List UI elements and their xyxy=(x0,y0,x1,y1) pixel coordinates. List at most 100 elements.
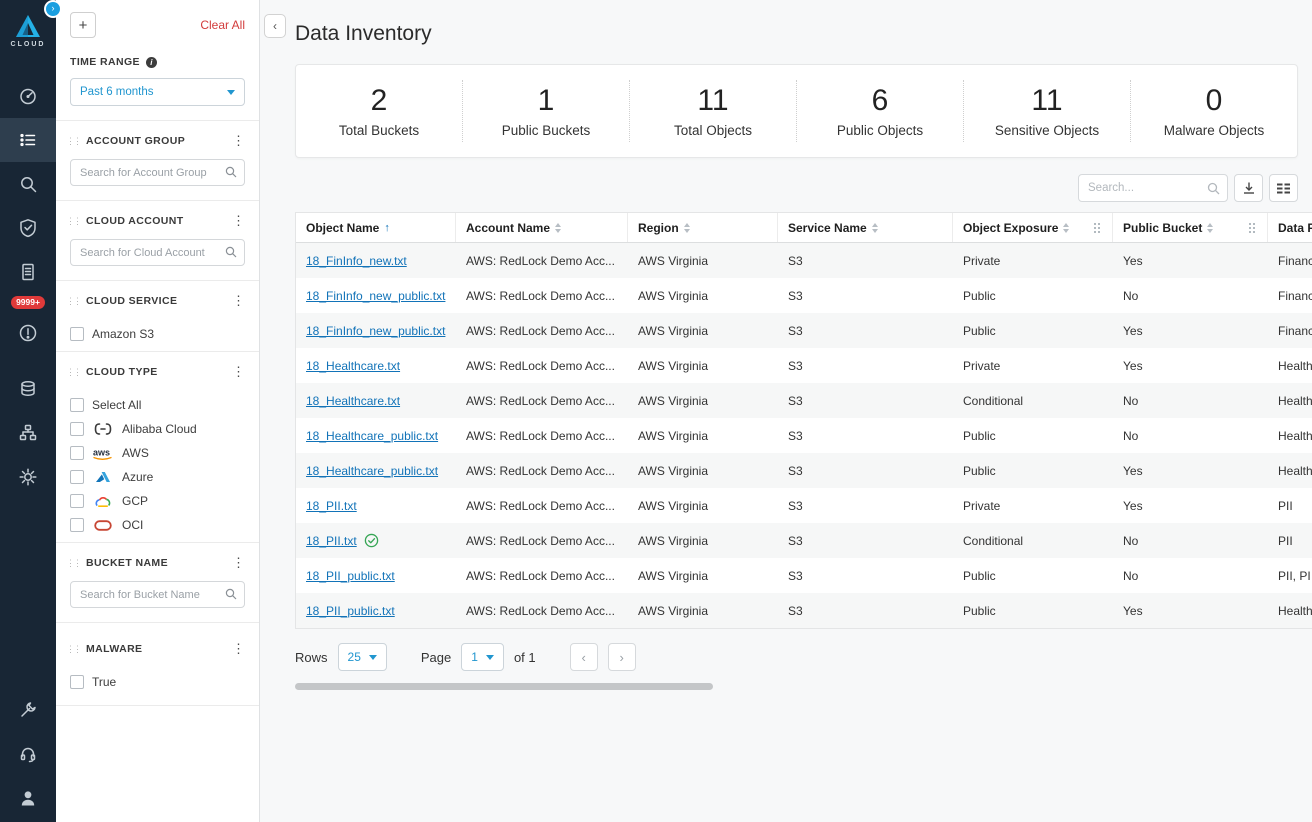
col-region[interactable]: Region xyxy=(628,213,778,242)
service-name-cell: S3 xyxy=(778,313,953,348)
nav-alerts[interactable] xyxy=(0,311,56,355)
data-profile-cell: PII xyxy=(1268,523,1312,558)
object-name-link[interactable]: 18_Healthcare.txt xyxy=(306,359,400,373)
table-row: 18_Healthcare.txtAWS: RedLock Demo Acc..… xyxy=(296,383,1312,418)
drag-handle-icon[interactable]: ⋮⋮ xyxy=(66,559,80,568)
nav-expand-pin[interactable]: › xyxy=(46,2,60,16)
object-exposure-cell: Conditional xyxy=(953,523,1113,558)
column-drag-icon[interactable] xyxy=(1094,223,1096,225)
public-bucket-cell: Yes xyxy=(1113,243,1268,278)
nav-compliance[interactable] xyxy=(0,206,56,250)
drag-handle-icon[interactable]: ⋮⋮ xyxy=(66,297,80,306)
nav-tools[interactable] xyxy=(0,688,56,732)
service-name-cell: S3 xyxy=(778,593,953,628)
col-object-exposure[interactable]: Object Exposure xyxy=(953,213,1113,242)
section-menu-icon[interactable]: ⋮ xyxy=(228,641,249,657)
stat-total-buckets: 2 Total Buckets xyxy=(296,80,463,142)
object-name-link[interactable]: 18_Healthcare_public.txt xyxy=(306,429,438,443)
object-name-link[interactable]: 18_PII_public.txt xyxy=(306,569,395,583)
column-settings-button[interactable] xyxy=(1269,174,1298,202)
option-malware-true[interactable]: True xyxy=(70,675,245,689)
section-menu-icon[interactable]: ⋮ xyxy=(228,555,249,571)
oci-checkbox[interactable] xyxy=(70,518,84,532)
clear-all-filters[interactable]: Clear All xyxy=(200,18,245,32)
drag-handle-icon[interactable]: ⋮⋮ xyxy=(66,137,80,146)
object-name-link[interactable]: 18_FinInfo_new_public.txt xyxy=(306,289,445,303)
time-range-dropdown[interactable]: Past 6 months xyxy=(70,78,245,106)
rows-per-page-select[interactable]: 25 xyxy=(338,643,387,671)
object-name-link[interactable]: 18_PII_public.txt xyxy=(306,604,395,618)
nav-support[interactable] xyxy=(0,732,56,776)
amazon-s3-checkbox[interactable] xyxy=(70,327,84,341)
col-service-name[interactable]: Service Name xyxy=(778,213,953,242)
next-page-button[interactable]: › xyxy=(608,643,636,671)
nav-search[interactable] xyxy=(0,162,56,206)
export-button[interactable] xyxy=(1234,174,1263,202)
col-object-name[interactable]: Object Name ↑ xyxy=(296,213,456,242)
object-name-link[interactable]: 18_Healthcare_public.txt xyxy=(306,464,438,478)
select-all-checkbox[interactable] xyxy=(70,398,84,412)
headset-icon xyxy=(18,744,38,764)
time-range-value: Past 6 months xyxy=(80,86,154,98)
col-account-name[interactable]: Account Name xyxy=(456,213,628,242)
bucket-name-search-input[interactable] xyxy=(70,581,245,608)
option-aws[interactable]: aws AWS xyxy=(70,446,245,460)
page-select[interactable]: 1 xyxy=(461,643,504,671)
account-name-cell: AWS: RedLock Demo Acc... xyxy=(456,348,628,383)
object-name-link[interactable]: 18_FinInfo_new.txt xyxy=(306,254,407,268)
object-name-cell: 18_PII.txt xyxy=(296,523,456,558)
cloud-account-search-input[interactable] xyxy=(70,239,245,266)
option-oci[interactable]: OCI xyxy=(70,518,245,532)
gcp-checkbox[interactable] xyxy=(70,494,84,508)
nav-profile[interactable] xyxy=(0,776,56,820)
nav-settings[interactable] xyxy=(0,455,56,499)
object-name-cell: 18_FinInfo_new.txt xyxy=(296,243,456,278)
section-menu-icon[interactable]: ⋮ xyxy=(228,364,249,380)
drag-handle-icon[interactable]: ⋮⋮ xyxy=(66,368,80,377)
section-menu-icon[interactable]: ⋮ xyxy=(228,133,249,149)
col-public-bucket[interactable]: Public Bucket xyxy=(1113,213,1268,242)
column-drag-icon[interactable] xyxy=(1249,223,1251,225)
option-alibaba-cloud[interactable]: Alibaba Cloud xyxy=(70,422,245,436)
option-select-all[interactable]: Select All xyxy=(70,398,245,412)
region-cell: AWS Virginia xyxy=(628,558,778,593)
azure-checkbox[interactable] xyxy=(70,470,84,484)
drag-handle-icon[interactable]: ⋮⋮ xyxy=(66,645,80,654)
object-name-link[interactable]: 18_PII.txt xyxy=(306,534,357,548)
data-profile-cell: Financ xyxy=(1268,243,1312,278)
app-logo[interactable]: CLOUD xyxy=(11,14,46,48)
object-name-link[interactable]: 18_Healthcare.txt xyxy=(306,394,400,408)
option-gcp[interactable]: GCP xyxy=(70,494,245,508)
option-azure[interactable]: Azure xyxy=(70,470,245,484)
horizontal-scrollbar[interactable] xyxy=(295,683,713,690)
account-name-cell: AWS: RedLock Demo Acc... xyxy=(456,278,628,313)
public-bucket-cell: No xyxy=(1113,383,1268,418)
table-search-input[interactable] xyxy=(1078,174,1228,202)
alerts-count-badge: 9999+ xyxy=(11,296,45,309)
prev-page-button[interactable]: ‹ xyxy=(570,643,598,671)
section-menu-icon[interactable]: ⋮ xyxy=(228,293,249,309)
object-name-cell: 18_PII_public.txt xyxy=(296,593,456,628)
account-name-cell: AWS: RedLock Demo Acc... xyxy=(456,593,628,628)
nav-inventory[interactable] xyxy=(0,118,56,162)
col-data-profile[interactable]: Data P xyxy=(1268,213,1312,242)
add-filter-button[interactable]: + xyxy=(70,12,96,38)
nav-network[interactable] xyxy=(0,411,56,455)
object-name-link[interactable]: 18_PII.txt xyxy=(306,499,357,513)
option-amazon-s3[interactable]: Amazon S3 xyxy=(70,327,245,341)
search-icon xyxy=(225,246,237,258)
nav-data-security[interactable] xyxy=(0,367,56,411)
drag-handle-icon[interactable]: ⋮⋮ xyxy=(66,217,80,226)
object-name-cell: 18_Healthcare.txt xyxy=(296,383,456,418)
malware-true-checkbox[interactable] xyxy=(70,675,84,689)
region-cell: AWS Virginia xyxy=(628,418,778,453)
alibaba-checkbox[interactable] xyxy=(70,422,84,436)
object-name-link[interactable]: 18_FinInfo_new_public.txt xyxy=(306,324,445,338)
sidebar-collapse-button[interactable]: ‹ xyxy=(264,14,286,38)
aws-checkbox[interactable] xyxy=(70,446,84,460)
account-group-search-input[interactable] xyxy=(70,159,245,186)
chevron-down-icon xyxy=(227,90,235,95)
nav-dashboard[interactable] xyxy=(0,74,56,118)
nav-reports[interactable] xyxy=(0,250,56,294)
section-menu-icon[interactable]: ⋮ xyxy=(228,213,249,229)
